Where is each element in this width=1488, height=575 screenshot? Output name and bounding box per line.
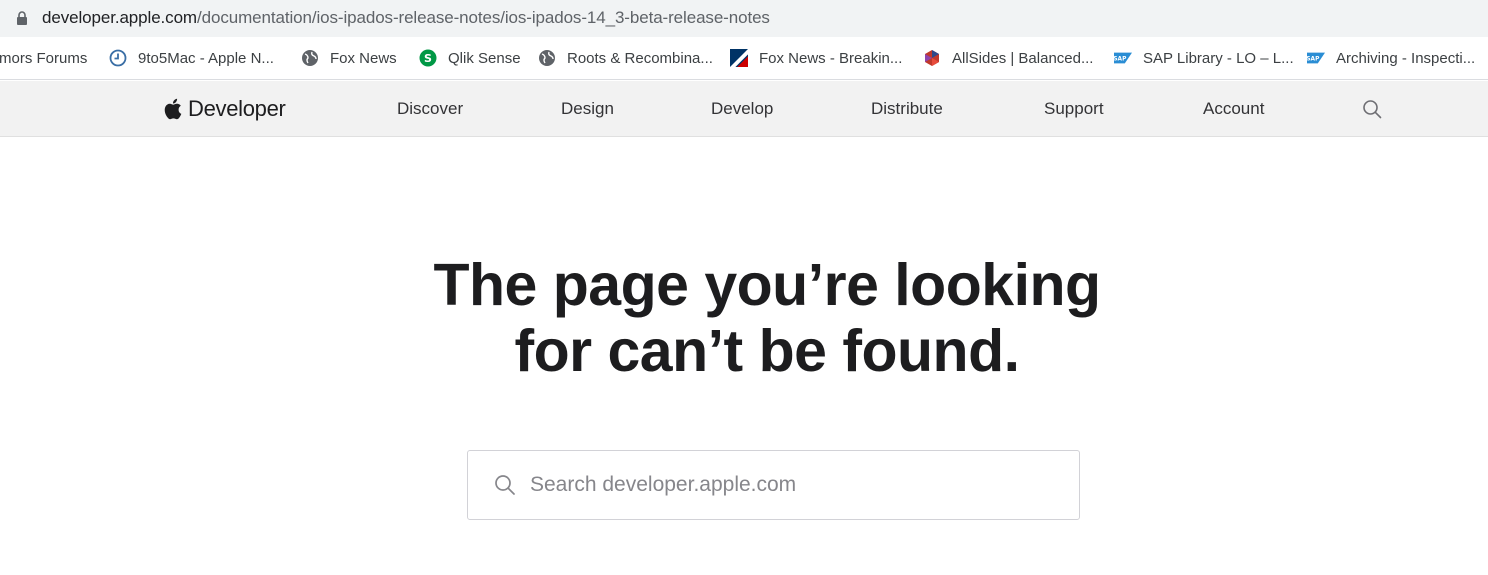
developer-home-link[interactable]: Developer xyxy=(162,95,286,123)
bookmark-fox-news[interactable]: Fox News xyxy=(301,37,397,79)
bookmark-9to5mac[interactable]: 9to5Mac - Apple N... xyxy=(109,37,274,79)
bookmark-roots-recombinant[interactable]: Roots & Recombina... xyxy=(538,37,713,79)
page-not-found-heading: The page you’re looking for can’t be fou… xyxy=(0,252,1488,384)
headline-line-2: for can’t be found. xyxy=(514,318,1020,384)
headline-line-1: The page you’re looking xyxy=(433,252,1101,318)
developer-nav-bar: Developer Discover Design Develop Distri… xyxy=(0,81,1488,137)
bookmark-qlik-sense[interactable]: S Qlik Sense xyxy=(419,37,521,79)
brand-label: Developer xyxy=(188,96,286,121)
nav-distribute[interactable]: Distribute xyxy=(871,99,943,119)
url-host: developer.apple.com xyxy=(42,8,197,27)
bookmark-sap-library[interactable]: SAP SAP Library - LO – L... xyxy=(1114,37,1294,79)
bookmark-label: 9to5Mac - Apple N... xyxy=(138,49,274,67)
allsides-icon xyxy=(923,49,941,67)
bookmark-label: Qlik Sense xyxy=(448,49,521,67)
nav-develop[interactable]: Develop xyxy=(711,99,773,119)
bookmarks-bar: mors Forums 9to5Mac - Apple N... Fox New… xyxy=(0,37,1488,80)
bookmark-label: SAP Library - LO – L... xyxy=(1143,49,1294,67)
svg-text:S: S xyxy=(424,52,432,65)
svg-text:SAP: SAP xyxy=(1114,57,1127,63)
bookmark-label: Archiving - Inspecti... xyxy=(1336,49,1476,67)
search-icon[interactable] xyxy=(1362,99,1382,119)
developer-search-box xyxy=(467,450,1080,520)
url-path: /documentation/ios-ipados-release-notes/… xyxy=(197,8,770,27)
bookmark-archiving-inspection[interactable]: SAP Archiving - Inspecti... xyxy=(1307,37,1475,79)
bookmark-macrumors-forums[interactable]: mors Forums xyxy=(0,37,87,79)
nav-support[interactable]: Support xyxy=(1044,99,1104,119)
globe-icon xyxy=(538,49,556,67)
bookmark-fox-news-breaking[interactable]: Fox News - Breakin... xyxy=(730,37,902,79)
search-icon xyxy=(495,475,515,495)
bookmark-allsides[interactable]: AllSides | Balanced... xyxy=(923,37,1093,79)
foxnews-icon xyxy=(730,49,748,67)
qlik-icon: S xyxy=(419,49,437,67)
bookmark-label: AllSides | Balanced... xyxy=(952,49,1094,67)
search-input[interactable] xyxy=(530,465,1060,505)
nav-account[interactable]: Account xyxy=(1203,99,1264,119)
bookmark-label: mors Forums xyxy=(0,49,88,67)
svg-text:SAP: SAP xyxy=(1307,57,1320,63)
sap-icon: SAP xyxy=(1307,49,1325,67)
clock-icon xyxy=(109,49,127,67)
nav-discover[interactable]: Discover xyxy=(397,99,463,119)
sap-icon: SAP xyxy=(1114,49,1132,67)
bookmark-label: Fox News xyxy=(330,49,397,67)
nav-design[interactable]: Design xyxy=(561,99,614,119)
lock-icon xyxy=(17,11,27,25)
apple-logo-icon xyxy=(164,98,182,120)
globe-icon xyxy=(301,49,319,67)
bookmark-label: Roots & Recombina... xyxy=(567,49,713,67)
browser-address-bar[interactable]: developer.apple.com/documentation/ios-ip… xyxy=(0,0,1488,37)
bookmark-label: Fox News - Breakin... xyxy=(759,49,903,67)
url-text[interactable]: developer.apple.com/documentation/ios-ip… xyxy=(42,8,770,28)
